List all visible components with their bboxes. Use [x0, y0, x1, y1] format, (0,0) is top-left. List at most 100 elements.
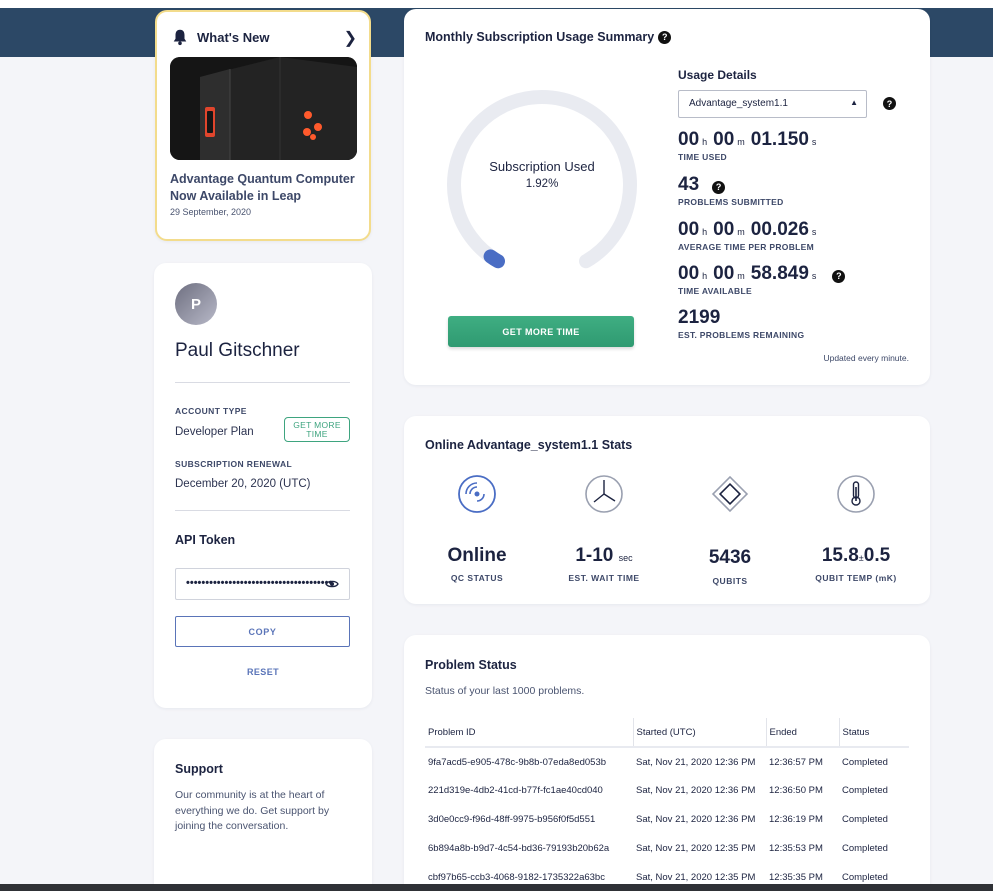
- table-header-row: Problem ID Started (UTC) Ended Status: [425, 718, 909, 748]
- ended-cell: 12:36:57 PM: [769, 756, 823, 768]
- qubit-temp-error: 0.5: [863, 545, 891, 566]
- problem-id-cell[interactable]: 221d319e-4db2-41cd-b77f-fc1ae40cd040: [425, 776, 633, 805]
- qubits-value: 5436: [708, 547, 752, 568]
- updated-note: Updated every minute.: [823, 353, 909, 363]
- signal-icon: [458, 475, 496, 513]
- chevron-right-icon[interactable]: ❯: [344, 28, 357, 48]
- api-token-field[interactable]: ••••••••••••••••••••••••••••••••••••••: [175, 568, 350, 600]
- est-remaining-stat: 2199 EST. PROBLEMS REMAINING: [678, 307, 804, 340]
- help-icon[interactable]: ?: [832, 269, 846, 283]
- news-image: [170, 57, 357, 160]
- status-cell: Completed: [842, 756, 888, 768]
- column-header[interactable]: Started (UTC): [632, 718, 766, 748]
- support-text: Our community is at the heart of everyth…: [175, 789, 330, 832]
- started-cell: Sat, Nov 21, 2020 12:36 PM: [636, 756, 756, 768]
- bell-icon: [173, 29, 187, 46]
- top-edge: [0, 0, 993, 8]
- column-header[interactable]: Status: [838, 718, 909, 748]
- reset-token-link[interactable]: RESET: [247, 667, 279, 677]
- gauge-percent: 1.92%: [525, 178, 559, 190]
- problems-submitted-value: 43: [678, 174, 700, 195]
- unit-h: h: [702, 227, 708, 237]
- problem-status-subtitle: Status of your last 1000 problems.: [425, 685, 585, 697]
- user-name: Paul Gitschner: [175, 340, 300, 361]
- time-used-minutes: 00: [713, 129, 735, 150]
- problem-status-card: Problem Status Status of your last 1000 …: [404, 635, 930, 891]
- news-date: 29 September, 2020: [170, 207, 252, 217]
- whats-new-title: What's New: [197, 29, 270, 45]
- subscription-renewal-value: December 20, 2020 (UTC): [175, 478, 311, 490]
- problem-status-title: Problem Status: [425, 658, 517, 672]
- problem-id-cell[interactable]: 6b894a8b-b9d7-4c54-bd36-79193b20b62a: [425, 834, 633, 863]
- avg-time-label: AVERAGE TIME PER PROBLEM: [678, 242, 814, 252]
- time-available-seconds: 58.849: [750, 263, 809, 284]
- unit-s: s: [811, 271, 817, 281]
- est-remaining-label: EST. PROBLEMS REMAINING: [678, 330, 805, 340]
- copy-token-button[interactable]: COPY: [175, 616, 350, 647]
- support-title: Support: [175, 762, 223, 776]
- time-available-label: TIME AVAILABLE: [678, 286, 752, 296]
- qubit-temp-number: 15.8: [821, 545, 859, 566]
- ended-cell: 12:35:53 PM: [769, 843, 823, 854]
- qc-status-value: Online: [447, 545, 507, 566]
- help-icon[interactable]: ?: [712, 180, 726, 194]
- get-more-time-small-button[interactable]: GET MORE TIME: [284, 417, 350, 442]
- qubit-chip-icon: [711, 475, 749, 513]
- wait-time-unit: sec: [618, 553, 633, 563]
- select-arrows-icon: ▲: [850, 98, 858, 107]
- table-row[interactable]: 6b894a8b-b9d7-4c54-bd36-79193b20b62a Sat…: [425, 834, 909, 863]
- usage-details-title: Usage Details: [678, 68, 757, 82]
- started-cell: Sat, Nov 21, 2020 12:36 PM: [636, 814, 756, 825]
- unit-s: s: [811, 227, 817, 237]
- unit-m: m: [737, 271, 745, 281]
- api-token-title: API Token: [175, 533, 236, 547]
- problem-id-cell[interactable]: 3d0e0cc9-f96d-48ff-9975-b956f0f5d551: [425, 805, 633, 834]
- whats-new-header: What's New: [171, 28, 269, 46]
- qubits-column: 5436 QUBITS: [670, 474, 790, 586]
- avg-time-seconds: 00.026: [750, 219, 809, 240]
- table-row[interactable]: 9fa7acd5-e905-478c-9b8b-07eda8ed053b Sat…: [425, 747, 909, 776]
- api-token-value: ••••••••••••••••••••••••••••••••••••••: [186, 577, 333, 589]
- ended-cell: 12:36:19 PM: [769, 814, 823, 825]
- qubits-label: QUBITS: [712, 576, 748, 586]
- account-type-value: Developer Plan: [175, 426, 254, 438]
- problem-id-cell[interactable]: 9fa7acd5-e905-478c-9b8b-07eda8ed053b: [425, 747, 633, 776]
- status-cell: Completed: [842, 814, 888, 825]
- unit-m: m: [737, 137, 745, 147]
- unit-h: h: [702, 271, 708, 281]
- whats-new-card[interactable]: What's New ❯ Advantage Quantum Computer …: [155, 10, 371, 241]
- solver-select[interactable]: Advantage_system1.1 ▲: [678, 90, 867, 118]
- help-icon[interactable]: ?: [658, 30, 672, 44]
- news-headline[interactable]: Advantage Quantum Computer Now Available…: [170, 171, 360, 205]
- problem-table: Problem ID Started (UTC) Ended Status 9f…: [425, 718, 909, 891]
- time-available-minutes: 00: [713, 263, 735, 284]
- avg-time-hours: 00: [678, 219, 700, 240]
- unit-s: s: [811, 137, 817, 147]
- time-used-seconds: 01.150: [750, 129, 809, 150]
- eye-icon[interactable]: [325, 579, 339, 589]
- column-header[interactable]: Problem ID: [425, 718, 633, 748]
- wait-time-column: 1-10 sec EST. WAIT TIME: [544, 474, 664, 583]
- gauge-label: Subscription Used: [489, 159, 595, 174]
- started-cell: Sat, Nov 21, 2020 12:36 PM: [636, 785, 756, 796]
- gauge-fill: [483, 249, 505, 269]
- est-remaining-value: 2199: [678, 307, 721, 328]
- table-row[interactable]: 221d319e-4db2-41cd-b77f-fc1ae40cd040 Sat…: [425, 776, 909, 805]
- solver-select-value: Advantage_system1.1: [689, 98, 788, 109]
- table-row[interactable]: 3d0e0cc9-f96d-48ff-9975-b956f0f5d551 Sat…: [425, 805, 909, 834]
- wait-time-number: 1-10: [575, 545, 614, 566]
- account-type-label: ACCOUNT TYPE: [175, 406, 247, 416]
- clock-icon: [585, 475, 623, 513]
- divider: [175, 510, 350, 511]
- usage-summary-title-text: Monthly Subscription Usage Summary: [425, 30, 655, 44]
- divider: [175, 382, 350, 383]
- ended-cell: 12:36:50 PM: [769, 785, 823, 796]
- qc-status-column: Online QC STATUS: [417, 474, 537, 583]
- help-icon[interactable]: ?: [883, 97, 896, 110]
- column-header[interactable]: Ended: [765, 718, 839, 748]
- get-more-time-button[interactable]: GET MORE TIME: [448, 316, 634, 347]
- time-used-hours: 00: [678, 129, 700, 150]
- usage-summary-card: Monthly Subscription Usage Summary ? Sub…: [404, 9, 930, 385]
- qc-status-label: QC STATUS: [450, 573, 504, 583]
- time-used-stat: 00 h 00 m 01.150 s TIME USED: [678, 129, 819, 162]
